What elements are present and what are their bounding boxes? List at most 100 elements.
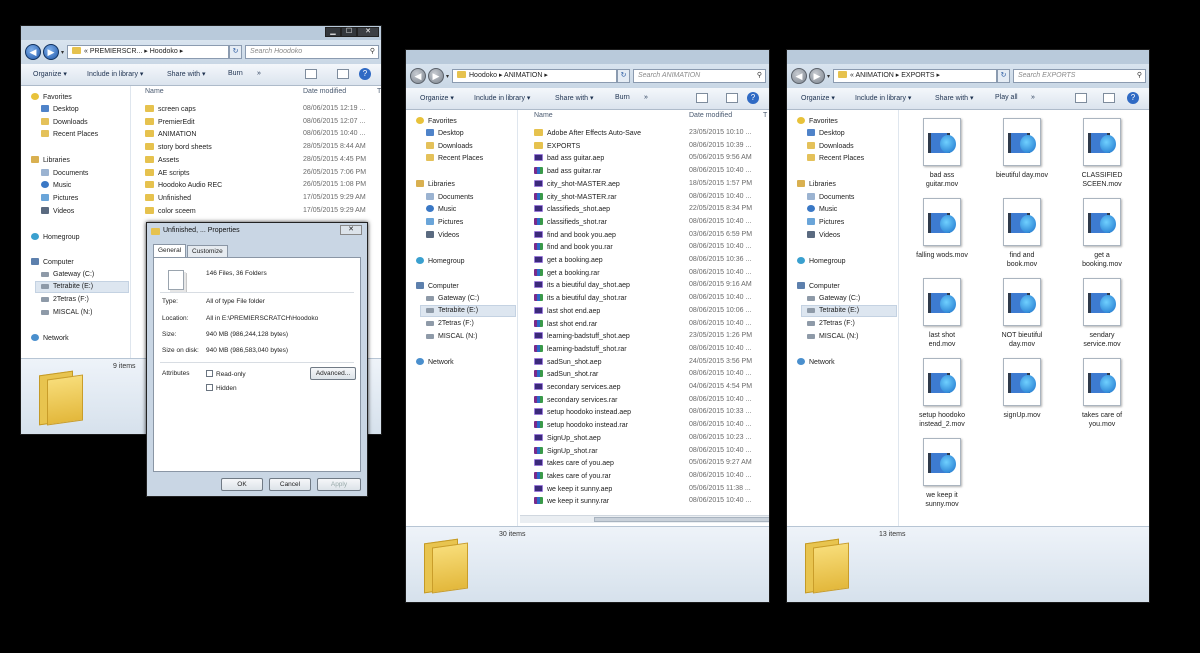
- file-row[interactable]: bad ass guitar.rar: [534, 167, 601, 175]
- file-row[interactable]: SignUp_shot.rar: [534, 446, 598, 455]
- nav-drive-miscal[interactable]: MISCAL (N:): [807, 333, 858, 340]
- share-with-menu[interactable]: Share with ▾: [167, 70, 206, 78]
- video-file-tile[interactable]: find and book.mov: [987, 198, 1057, 269]
- nav-drive-2tetras[interactable]: 2Tetras (F:): [807, 320, 855, 327]
- title-bar[interactable]: ▁ ☐ ✕: [21, 26, 381, 40]
- nav-computer[interactable]: Computer: [31, 258, 74, 266]
- file-row[interactable]: learning-badstuff_shot.aep: [534, 332, 630, 340]
- nav-drive-gateway[interactable]: Gateway (C:): [807, 295, 860, 302]
- recent-pages-dropdown[interactable]: ▾: [61, 49, 64, 56]
- file-row[interactable]: get a booking.rar: [534, 268, 600, 277]
- address-input[interactable]: Hoodoko ▸ ANIMATION ▸: [452, 69, 617, 83]
- nav-desktop[interactable]: Desktop: [41, 105, 79, 113]
- file-row[interactable]: Adobe After Effects Auto-Save: [534, 129, 641, 137]
- ok-button[interactable]: OK: [221, 478, 263, 491]
- file-row[interactable]: get a booking.aep: [534, 256, 603, 264]
- back-button[interactable]: ◀: [791, 68, 807, 84]
- nav-libraries[interactable]: Libraries: [31, 156, 70, 164]
- nav-drive-2tetras[interactable]: 2Tetras (F:): [426, 320, 474, 327]
- help-icon[interactable]: ?: [1127, 92, 1139, 104]
- file-row[interactable]: AE scripts: [145, 169, 190, 177]
- nav-documents[interactable]: Documents: [807, 193, 854, 201]
- organize-menu[interactable]: Organize ▾: [420, 94, 454, 102]
- view-options-icon[interactable]: [305, 69, 317, 79]
- more-commands-button[interactable]: »: [644, 94, 648, 101]
- video-file-tile[interactable]: setup hoodoko instead_2.mov: [907, 358, 977, 429]
- forward-button[interactable]: ▶: [809, 68, 825, 84]
- back-button[interactable]: ◀: [25, 44, 41, 60]
- address-input[interactable]: « ANIMATION ▸ EXPORTS ▸: [833, 69, 997, 83]
- preview-pane-icon[interactable]: [337, 69, 349, 79]
- horizontal-scrollbar[interactable]: [520, 515, 769, 523]
- scrollbar-thumb[interactable]: [594, 517, 769, 522]
- nav-pictures[interactable]: Pictures: [807, 218, 844, 226]
- nav-drive-miscal[interactable]: MISCAL (N:): [426, 333, 477, 340]
- video-file-tile[interactable]: CLASSIFIED SCEEN.mov: [1067, 118, 1137, 189]
- nav-drive-miscal[interactable]: MISCAL (N:): [41, 309, 92, 316]
- file-row[interactable]: city_shot-MASTER.aep: [534, 179, 620, 188]
- more-commands-button[interactable]: »: [1031, 94, 1035, 101]
- nav-homegroup[interactable]: Homegroup: [31, 233, 80, 241]
- nav-libraries[interactable]: Libraries: [416, 180, 455, 188]
- file-row[interactable]: SignUp_shot.aep: [534, 433, 601, 442]
- file-row[interactable]: secondary services.aep: [534, 383, 621, 391]
- file-row[interactable]: takes care of you.aep: [534, 459, 614, 467]
- nav-drive-2tetras[interactable]: 2Tetras (F:): [41, 296, 89, 303]
- nav-downloads[interactable]: Downloads: [426, 142, 473, 150]
- nav-computer[interactable]: Computer: [416, 282, 459, 290]
- nav-drive-gateway[interactable]: Gateway (C:): [41, 271, 94, 278]
- apply-button[interactable]: Apply: [317, 478, 361, 491]
- nav-drive-gateway[interactable]: Gateway (C:): [426, 295, 479, 302]
- burn-button[interactable]: Burn: [615, 94, 630, 101]
- help-icon[interactable]: ?: [747, 92, 759, 104]
- nav-downloads[interactable]: Downloads: [41, 118, 88, 126]
- tab-general[interactable]: General: [153, 244, 187, 257]
- video-file-tile[interactable]: bieutiful day.mov: [987, 118, 1057, 180]
- column-header-type[interactable]: T: [377, 88, 381, 95]
- nav-documents[interactable]: Documents: [41, 169, 88, 177]
- file-row[interactable]: learning-badstuff_shot.rar: [534, 344, 627, 353]
- file-row[interactable]: setup hoodoko instead.rar: [534, 421, 628, 429]
- more-commands-button[interactable]: »: [257, 70, 261, 77]
- video-file-tile[interactable]: falling wods.mov: [907, 198, 977, 260]
- close-button[interactable]: ✕: [357, 27, 379, 37]
- file-row[interactable]: Unfinished: [145, 194, 191, 202]
- recent-pages-dropdown[interactable]: ▾: [827, 73, 830, 80]
- refresh-button[interactable]: ↻: [229, 45, 242, 59]
- forward-button[interactable]: ▶: [428, 68, 444, 84]
- file-row[interactable]: secondary services.rar: [534, 395, 617, 404]
- file-row[interactable]: sadSun_shot.aep: [534, 357, 602, 366]
- file-row[interactable]: we keep it sunny.rar: [534, 497, 609, 505]
- file-row[interactable]: its a bieutiful day_shot.rar: [534, 294, 627, 302]
- file-row[interactable]: sadSun_shot.rar: [534, 370, 598, 378]
- address-input[interactable]: « PREMIERSCR... ▸ Hoodoko ▸: [67, 45, 229, 59]
- nav-homegroup[interactable]: Homegroup: [416, 257, 465, 265]
- nav-pictures[interactable]: Pictures: [426, 218, 463, 226]
- advanced-button[interactable]: Advanced...: [310, 367, 356, 380]
- file-row[interactable]: find and book you.aep: [534, 230, 616, 239]
- view-options-icon[interactable]: [696, 93, 708, 103]
- video-file-tile[interactable]: signUp.mov: [987, 358, 1057, 420]
- nav-videos[interactable]: Videos: [426, 231, 459, 239]
- nav-drive-tetrabite[interactable]: Tetrabite (E:): [41, 283, 93, 290]
- file-row[interactable]: Hoodoko Audio REC: [145, 181, 222, 189]
- video-file-tile[interactable]: takes care of you.mov: [1067, 358, 1137, 429]
- video-file-tile[interactable]: sendary service.mov: [1067, 278, 1137, 349]
- nav-pictures[interactable]: Pictures: [41, 194, 78, 202]
- file-row[interactable]: setup hoodoko instead.aep: [534, 408, 631, 416]
- video-file-tile[interactable]: NOT bieutiful day.mov: [987, 278, 1057, 349]
- preview-pane-icon[interactable]: [1103, 93, 1115, 103]
- include-in-library-menu[interactable]: Include in library ▾: [474, 94, 530, 102]
- maximize-button[interactable]: ☐: [341, 27, 357, 37]
- include-in-library-menu[interactable]: Include in library ▾: [87, 70, 143, 78]
- nav-music[interactable]: Music: [426, 205, 456, 213]
- nav-libraries[interactable]: Libraries: [797, 180, 836, 188]
- nav-videos[interactable]: Videos: [807, 231, 840, 239]
- nav-recent-places[interactable]: Recent Places: [807, 154, 864, 162]
- file-row[interactable]: bad ass guitar.aep: [534, 154, 604, 162]
- burn-button[interactable]: Burn: [228, 70, 243, 77]
- file-row[interactable]: ANIMATION: [145, 130, 196, 138]
- title-bar[interactable]: [787, 50, 1149, 64]
- nav-network[interactable]: Network: [416, 358, 454, 366]
- file-row[interactable]: color sceem: [145, 207, 196, 215]
